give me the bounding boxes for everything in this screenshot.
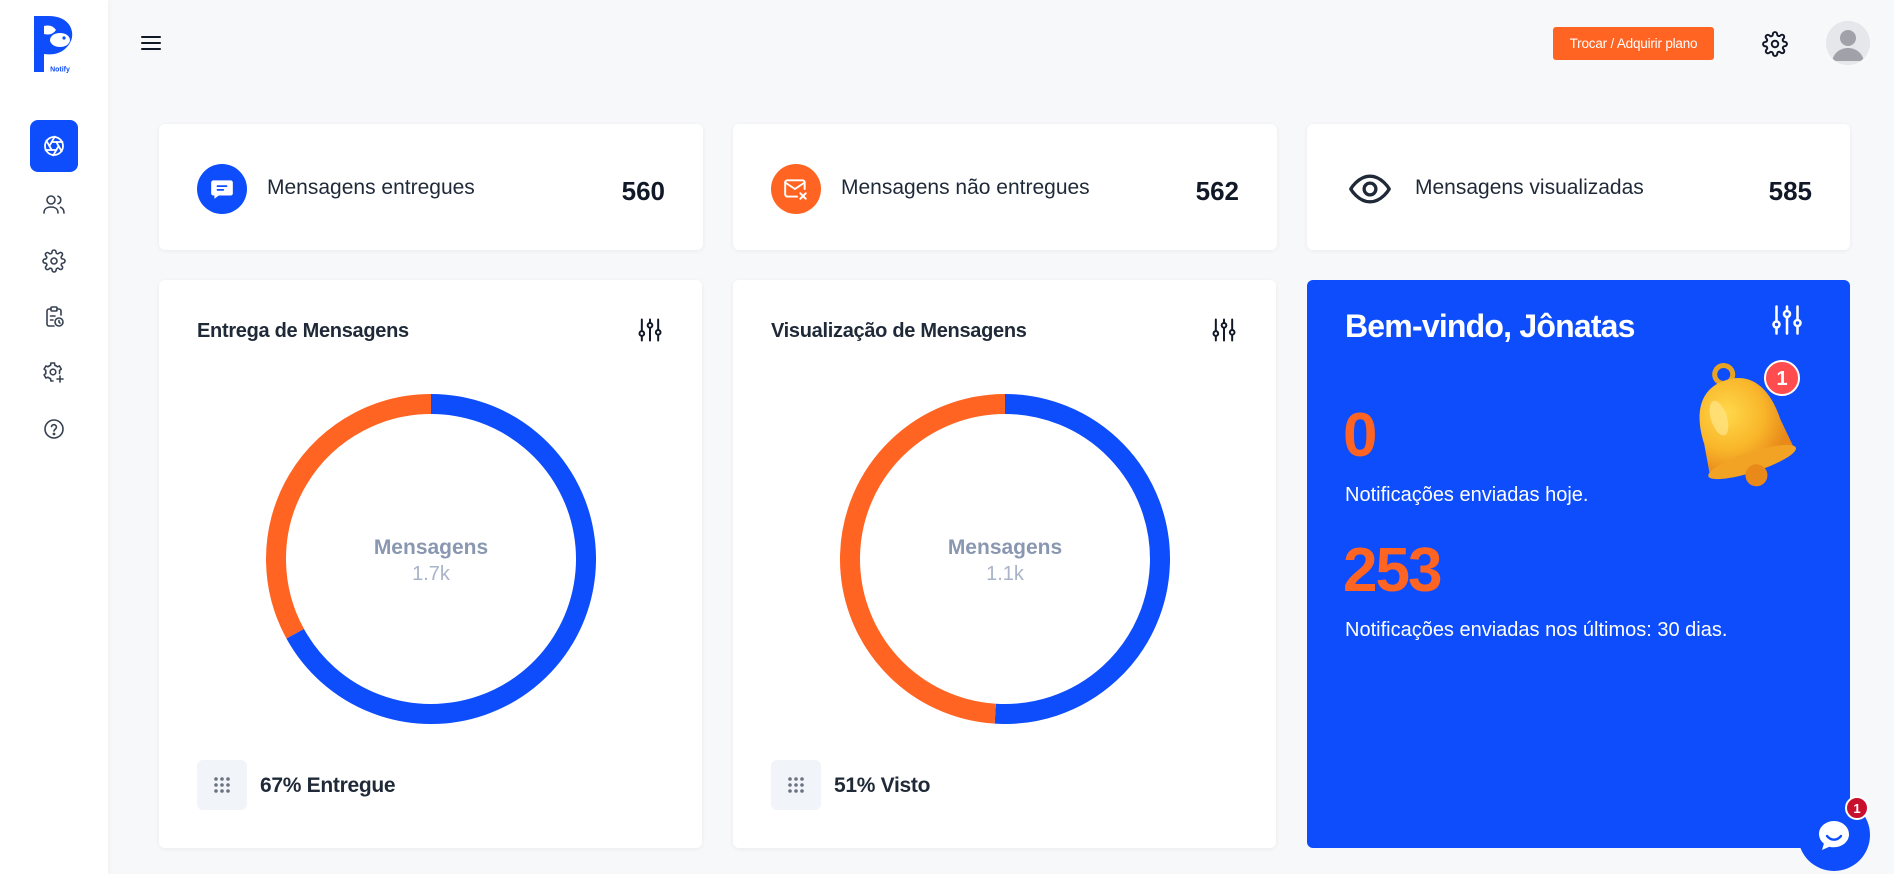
welcome-title: Bem-vindo, Jônatas [1345, 308, 1635, 344]
menu-toggle-button[interactable] [140, 32, 162, 54]
nav-reports[interactable] [30, 291, 78, 343]
gear-icon [1762, 31, 1788, 57]
views-chart-card: Visualização de Mensagens Mensagens 1.1k… [733, 280, 1276, 848]
nav-help[interactable] [30, 403, 78, 455]
stat-card-delivered: Mensagens entregues 560 [159, 124, 703, 250]
filter-sliders-icon[interactable] [636, 316, 664, 344]
stat-card-undelivered: Mensagens não entregues 562 [733, 124, 1277, 250]
donut-center-value: 1.1k [986, 563, 1025, 585]
gear-plus-icon [43, 362, 64, 383]
mail-x-icon [771, 164, 821, 214]
chart-title: Entrega de Mensagens [197, 320, 409, 342]
notify-logo[interactable]: Notify [30, 14, 78, 74]
stat-label: Mensagens não entregues [841, 176, 1090, 199]
nav-dashboard[interactable] [30, 120, 78, 172]
donut-slice-n-o-entregue [266, 394, 432, 639]
month-text: Notificações enviadas nos últimos: 30 di… [1345, 619, 1728, 641]
filter-sliders-icon[interactable] [1210, 316, 1238, 344]
chat-notification-badge: 1 [1845, 796, 1869, 820]
views-donut-chart: Mensagens 1.1k [840, 394, 1170, 724]
eye-icon [1345, 164, 1395, 214]
stat-value: 562 [1195, 176, 1239, 206]
chat-icon [1819, 821, 1849, 850]
donut-center-label: Mensagens [374, 536, 488, 559]
stat-value: 585 [1768, 176, 1812, 206]
welcome-card: Bem-vindo, Jônatas 1 0 Notificações envi… [1307, 280, 1850, 848]
today-text: Notificações enviadas hoje. [1345, 484, 1589, 506]
donut-slice-entregue [286, 394, 596, 724]
nav-settings[interactable] [30, 235, 78, 287]
users-icon [43, 195, 65, 214]
help-circle-icon [44, 419, 64, 439]
stat-value: 560 [621, 176, 665, 206]
donut-center-value: 1.7k [412, 563, 451, 585]
hamburger-icon [141, 36, 161, 50]
change-plan-button[interactable]: Trocar / Adquirir plano [1553, 27, 1714, 60]
user-silhouette-icon [1826, 21, 1870, 65]
nav-add-settings[interactable] [30, 347, 78, 399]
chart-title: Visualização de Mensagens [771, 320, 1027, 342]
gear-icon [42, 249, 66, 273]
stat-label: Mensagens visualizadas [1415, 176, 1644, 199]
donut-center-label: Mensagens [948, 536, 1062, 559]
today-count: 0 [1343, 401, 1378, 470]
delivery-donut-chart: Mensagens 1.7k [266, 394, 596, 724]
month-count: 253 [1343, 536, 1442, 605]
settings-button[interactable] [1762, 31, 1788, 57]
chart-legend-text: 67% Entregue [260, 774, 396, 797]
filter-sliders-icon[interactable] [1769, 302, 1805, 338]
aperture-icon [44, 135, 64, 157]
bell-icon: 1 [1662, 340, 1832, 510]
chart-legend-text: 51% Visto [834, 774, 931, 797]
delivery-chart-card: Entrega de Mensagens Mensagens 1.7k 67% … [159, 280, 702, 848]
legend-grid-icon [771, 760, 821, 810]
svg-text:Notify: Notify [50, 67, 70, 74]
legend-grid-icon [197, 760, 247, 810]
message-icon [197, 164, 247, 214]
user-avatar[interactable] [1826, 21, 1870, 65]
donut-slice-visto [994, 394, 1170, 724]
stat-label: Mensagens entregues [267, 176, 475, 199]
nav-users[interactable] [30, 178, 78, 230]
bell-badge: 1 [1776, 368, 1787, 390]
clipboard-clock-icon [46, 306, 64, 327]
stat-card-viewed: Mensagens visualizadas 585 [1307, 124, 1850, 250]
sidebar: Notify [0, 0, 108, 874]
